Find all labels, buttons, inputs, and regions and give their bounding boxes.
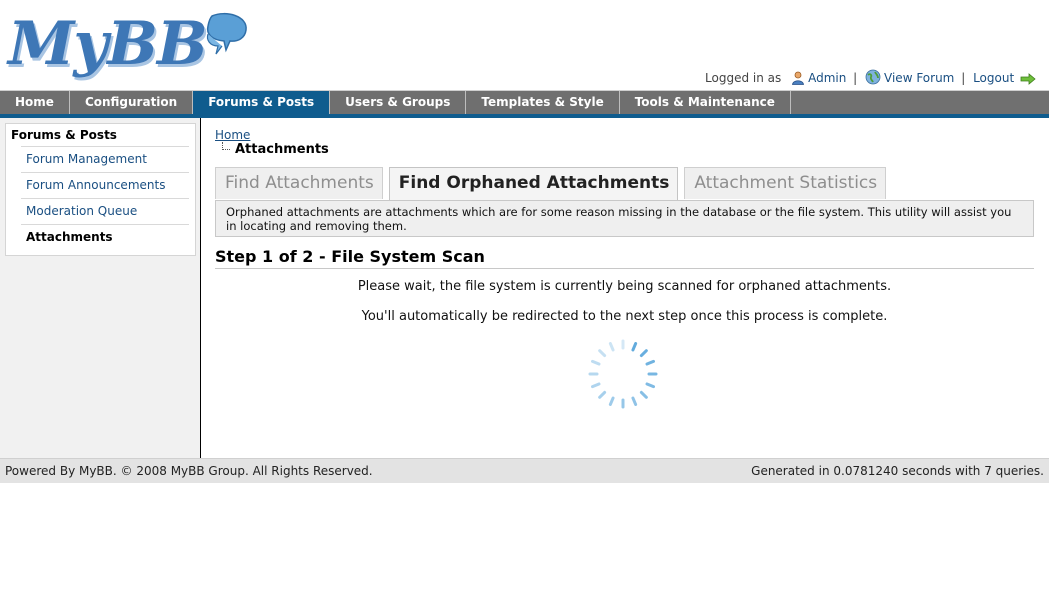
breadcrumb-current: Attachments [235,142,329,157]
separator: | [961,71,966,85]
spinner-segment [591,359,601,366]
logged-in-label: Logged in as [705,71,782,85]
footer-copyright: Powered By MyBB. © 2008 MyBB Group. All … [5,464,373,478]
logo-text: MyBB [8,9,208,79]
spinner-icon [588,339,658,409]
speech-bubble-icon [206,12,247,55]
redirect-message: You'll automatically be redirected to th… [361,309,888,324]
sidebar-item-moderation-queue[interactable]: Moderation Queue [21,198,189,224]
menu-forums-posts[interactable]: Forums & Posts [193,91,331,114]
user-bar: Logged in as Admin | View Forum | Logout [705,69,1039,85]
tab-description: Orphaned attachments are attachments whi… [215,200,1034,237]
tab-find-orphaned-attachments[interactable]: Find Orphaned Attachments [388,167,679,200]
footer: Powered By MyBB. © 2008 MyBB Group. All … [0,458,1049,483]
spinner-segment [598,390,607,399]
view-forum-link[interactable]: View Forum [884,71,954,85]
menu-configuration[interactable]: Configuration [69,91,194,114]
spinner-segment [631,342,638,352]
breadcrumb-connector [222,142,230,150]
spinner-segment [608,342,615,352]
sidebar-item-forum-announcements[interactable]: Forum Announcements [21,172,189,198]
main-menu: Home Configuration Forums & Posts Users … [0,90,1049,118]
arrow-right-icon [1020,73,1036,85]
spinner-segment [645,382,655,389]
spinner-segment [608,396,615,406]
tab-bar: Find Attachments Find Orphaned Attachmen… [215,167,892,200]
sidebar-title: Forums & Posts [11,128,117,142]
mybb-logo[interactable]: MyBB [8,6,248,82]
logout-link[interactable]: Logout [973,71,1014,85]
spinner-segment [645,359,655,366]
spinner-segment [639,349,648,358]
main-content: Home Attachments Find Attachments Find O… [215,118,1035,458]
header: MyBB Logged in as Admin | View Forum | L… [0,0,1049,92]
sidebar-item-forum-management[interactable]: Forum Management [21,146,189,172]
spinner-segment [591,382,601,389]
spinner-segment [598,349,607,358]
sidebar-box: Forums & Posts Forum Management Forum An… [5,123,196,256]
spinner-segment [631,396,638,406]
sidebar: Forums & Posts Forum Management Forum An… [0,118,201,458]
menu-home[interactable]: Home [0,91,70,114]
menu-users-groups[interactable]: Users & Groups [330,91,467,114]
globe-icon [865,69,881,85]
footer-generation-stats: Generated in 0.0781240 seconds with 7 qu… [751,464,1044,478]
breadcrumb-home-link[interactable]: Home [215,128,250,142]
menu-tools-maintenance[interactable]: Tools & Maintenance [619,91,791,114]
spinner-segment [639,390,648,399]
separator: | [853,71,858,85]
admin-user-link[interactable]: Admin [808,71,846,85]
tab-find-attachments[interactable]: Find Attachments [215,167,383,199]
wait-message: Please wait, the file system is currentl… [357,279,892,294]
menu-templates-style[interactable]: Templates & Style [466,91,620,114]
step-title: Step 1 of 2 - File System Scan [215,247,1034,269]
tab-attachment-statistics[interactable]: Attachment Statistics [684,167,887,199]
sidebar-item-attachments[interactable]: Attachments [21,224,189,250]
user-icon [792,71,805,85]
